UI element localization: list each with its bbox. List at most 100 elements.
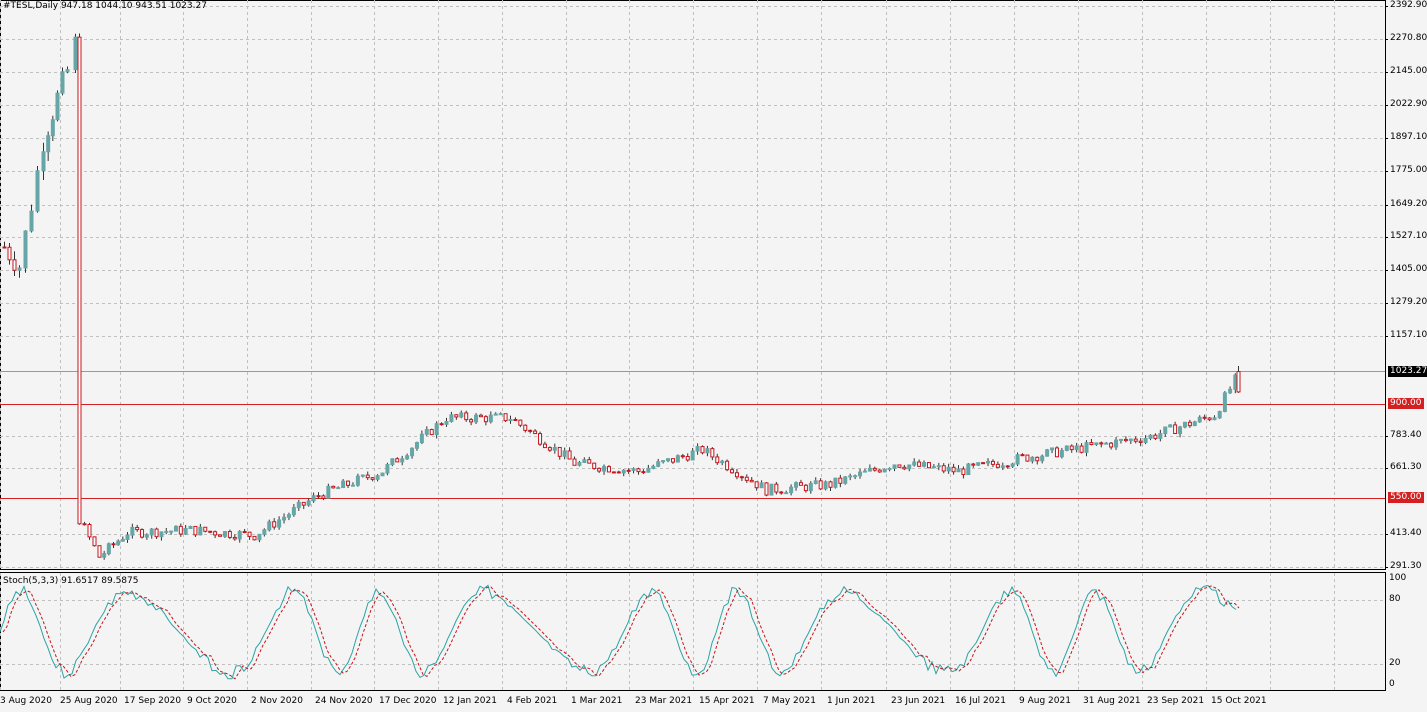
candle-body (1182, 421, 1187, 428)
candle-body (454, 414, 459, 418)
candle-body (966, 463, 971, 476)
candle-body (218, 534, 223, 537)
candle-body (631, 468, 636, 471)
candle-body (710, 448, 715, 458)
candle-body (680, 455, 685, 458)
candle-body (986, 460, 991, 464)
candle-body (178, 525, 183, 535)
candle-body (848, 475, 853, 478)
candle-body (97, 545, 102, 558)
candle-body (483, 416, 488, 423)
price-tick-label: 1527.10 (1390, 231, 1427, 242)
price-tick-label: 1157.10 (1390, 329, 1427, 340)
candle-body (193, 525, 198, 536)
candle-body (188, 525, 193, 529)
candle-body (173, 525, 178, 532)
candle-body (518, 419, 523, 426)
candle-body (592, 462, 597, 469)
candle-body (616, 471, 621, 474)
candle-body (892, 464, 897, 469)
candle-body (1010, 463, 1015, 467)
candle-body (739, 476, 744, 479)
candle-body (946, 466, 951, 472)
resistance-price-label: 900.00 (1388, 398, 1424, 409)
candle-body (1192, 421, 1197, 427)
candle-body (961, 468, 966, 476)
candle-body (375, 475, 380, 480)
candle-body (990, 460, 995, 465)
candle-body (715, 456, 720, 464)
candle-body (843, 476, 848, 484)
candle-body (169, 530, 174, 533)
time-axis-label: 23 Jun 2021 (891, 696, 946, 706)
price-tick-label: 2145.00 (1390, 66, 1427, 77)
candle-body (1104, 442, 1109, 445)
candle-body (803, 484, 808, 492)
stoch-tick-label: 0 (1389, 679, 1395, 689)
candle-body (656, 461, 661, 467)
time-axis-label: 12 Jan 2021 (443, 696, 497, 706)
candle-body (912, 461, 917, 466)
candle-body (144, 534, 149, 538)
candle-body (552, 446, 557, 451)
symbol-header: #TESL,Daily 947.18 1044.10 943.51 1023.2… (3, 1, 207, 11)
candle-body (877, 469, 882, 473)
candle-body (1168, 424, 1173, 428)
time-axis-label: 15 Oct 2021 (1211, 696, 1267, 706)
chart-canvas[interactable] (0, 0, 1427, 712)
candle-body (597, 467, 602, 472)
candle-body (1114, 439, 1119, 448)
candle-body (474, 414, 479, 423)
candle-body (1233, 374, 1238, 390)
candle-body (252, 535, 257, 541)
time-axis-label: 24 Nov 2020 (315, 696, 373, 706)
candle-body (587, 459, 592, 464)
candle-body (582, 459, 587, 463)
candle-body (1197, 416, 1202, 423)
time-axis-label: 17 Sep 2020 (124, 696, 182, 706)
candle-body (316, 495, 321, 498)
candle-body (700, 446, 705, 454)
candle-body (277, 519, 282, 528)
time-axis-label: 15 Apr 2021 (699, 696, 755, 706)
candle-body (818, 480, 823, 490)
candle-body (666, 458, 671, 462)
candle-body (385, 464, 390, 474)
candle-body (291, 507, 296, 516)
candle-body (1118, 438, 1123, 441)
candle-body (2, 246, 7, 249)
candle-body (533, 430, 538, 435)
candle-body (547, 447, 552, 451)
candle-body (208, 530, 213, 533)
candle-body (434, 423, 439, 436)
price-tick-label: 413.40 (1390, 528, 1422, 539)
candle-body (35, 170, 40, 212)
candle-body (1020, 454, 1025, 457)
candle-body (1054, 447, 1059, 458)
candle-body (12, 259, 17, 271)
candle-body (355, 475, 360, 486)
candle-body (1094, 442, 1099, 446)
candle-body (769, 483, 774, 496)
candle-body (140, 529, 145, 538)
candle-body (469, 419, 474, 423)
candle-body (23, 230, 28, 269)
candle-body (1207, 417, 1212, 421)
candle-body (306, 500, 311, 506)
candle-body (65, 69, 70, 73)
candle-body (577, 461, 582, 466)
candle-body (1217, 411, 1222, 419)
candle-body (29, 210, 34, 232)
candle-body (1128, 438, 1133, 442)
candle-body (1099, 442, 1104, 445)
time-axis-label: 4 Feb 2021 (507, 696, 558, 706)
candle-body (227, 531, 232, 538)
candle-body (439, 423, 444, 426)
candle-body (690, 450, 695, 461)
candle-body (1030, 456, 1035, 462)
time-axis-label: 1 Jun 2021 (827, 696, 876, 706)
candle-body (414, 442, 419, 449)
candle-body (862, 470, 867, 473)
candle-body (1133, 438, 1138, 442)
candle-body (503, 413, 508, 422)
